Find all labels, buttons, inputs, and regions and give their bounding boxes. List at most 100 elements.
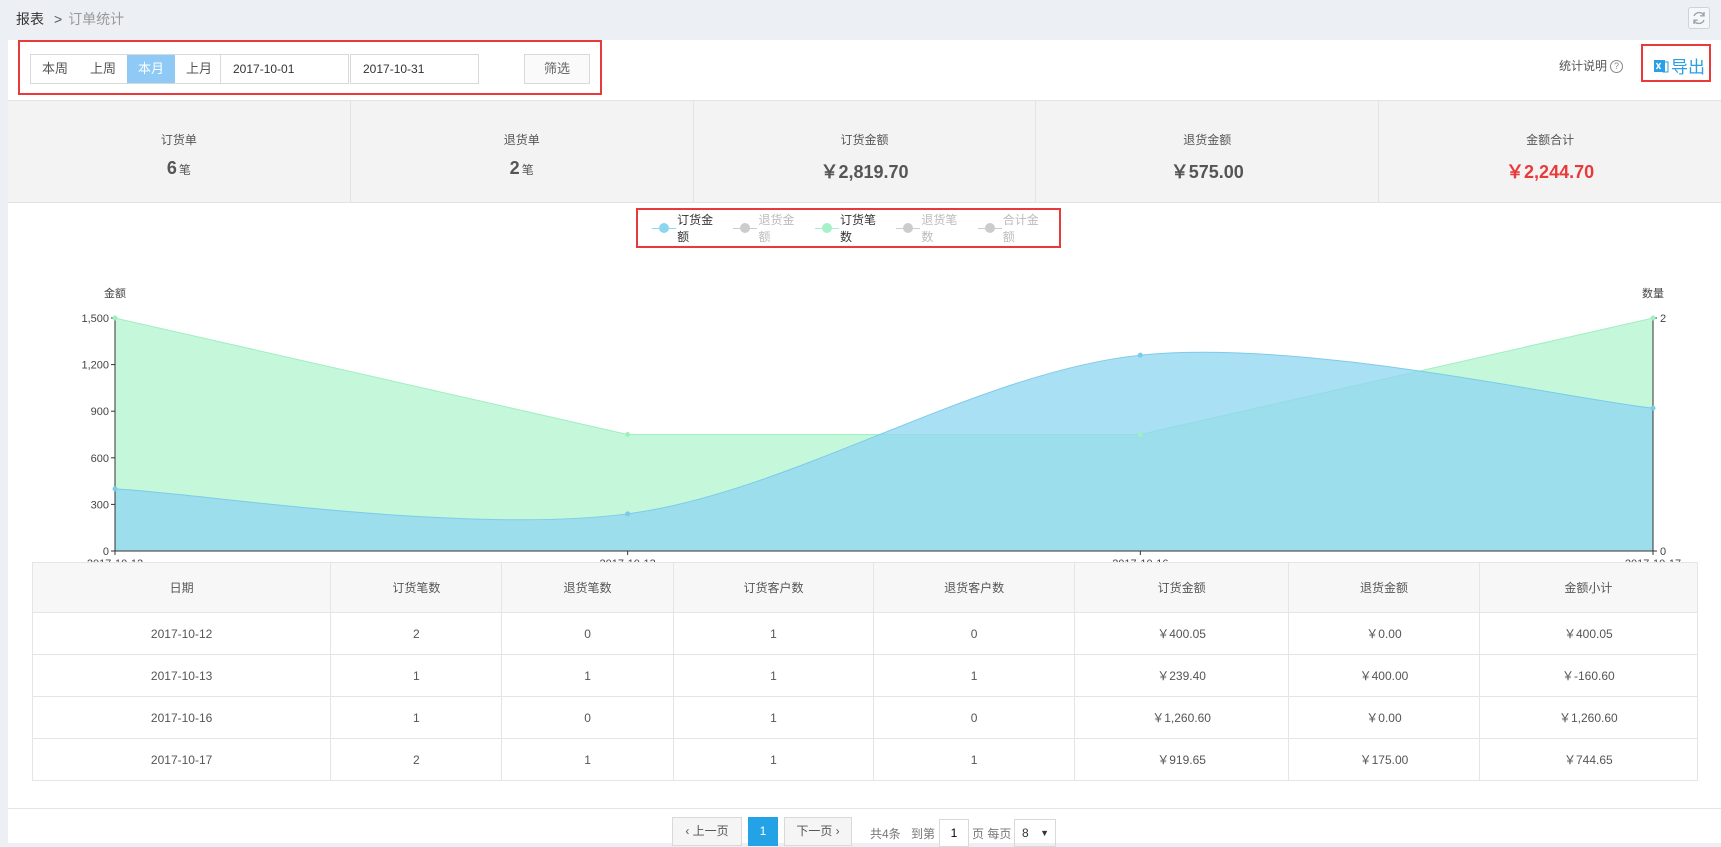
excel-export-icon [1654,59,1669,72]
table-cell: 2 [330,738,503,781]
summary-cell: 订货金额 ￥2,819.70 [694,101,1037,202]
area-chart: 03006009001,2001,500022017-10-122017-10-… [81,286,1681,570]
stat-note-link[interactable]: 统计说明? [1559,57,1624,74]
table-cell: ￥0.00 [1288,696,1480,739]
table-cell: 1 [672,612,875,655]
column-header: 日期 [31,562,332,613]
period-tab-0[interactable]: 本周 [31,55,79,83]
table-row: 2017-10-12 2 0 1 0 ￥400.05 ￥0.00 ￥400.05 [31,612,1699,655]
period-selector: 本周 上周 本月 上月 [30,54,224,84]
data-point [625,432,631,437]
table-cell: 1 [330,654,503,697]
y-tick-label: 600 [91,453,109,465]
stat-note-label: 统计说明 [1559,59,1608,73]
legend-label: 订货笔数 [839,213,876,244]
summary-label: 订货金额 [840,133,889,147]
breadcrumb-current: 订单统计 [68,11,125,27]
table-cell: ￥400.05 [1073,612,1290,655]
table-cell: 1 [672,696,875,739]
period-tab-2[interactable]: 本月 [127,55,175,83]
pagination: ‹ 上一页 1 下一页 › 共4条 到第 页 每页 8 ▼ [8,808,1721,847]
next-page-label: 下一页 [796,824,833,838]
table-cell: 1 [501,654,674,697]
table-cell: 2017-10-17 [31,738,332,781]
start-date-input[interactable] [220,54,349,84]
summary-strip: 订货单 6 笔退货单 2 笔订货金额 ￥2,819.70 退货金额 ￥575.00 金额合计 ￥2… [8,100,1721,203]
table-cell: 0 [873,612,1075,655]
table-cell: ￥1,260.60 [1073,696,1290,739]
y-tick-label: 300 [91,499,109,511]
current-page-button[interactable]: 1 [748,817,778,846]
summary-label: 订货单 [160,133,197,147]
summary-value: ￥2,819.70 [694,158,1036,184]
question-circle-icon: ? [1610,60,1624,73]
export-box: 导出 [1641,44,1711,82]
filter-button[interactable]: 筛选 [524,54,590,84]
table-cell: ￥239.40 [1073,654,1290,697]
table-cell: 0 [501,696,674,739]
table-cell: 2017-10-13 [31,654,332,697]
table-cell: 1 [873,738,1075,781]
summary-value: ￥575.00 [1036,158,1378,184]
summary-number: ￥575.00 [1170,162,1244,182]
breadcrumb: 报表 > 订单统计 [16,9,124,29]
refresh-button[interactable] [1688,7,1710,29]
data-point [1650,405,1656,411]
legend-item[interactable]: 订货笔数 [814,211,882,245]
export-button[interactable]: 导出 [1653,53,1705,78]
column-header: 订货笔数 [330,562,503,613]
table-cell: 0 [501,612,674,655]
legend-marker-icon [896,222,921,234]
data-point [1137,432,1143,437]
y-tick-label: 1,500 [81,313,109,325]
summary-label: 退货单 [503,133,540,147]
legend-marker-icon [977,222,1002,234]
table-cell: ￥744.65 [1478,738,1699,781]
prev-page-button[interactable]: ‹ 上一页 [672,817,742,846]
legend-item[interactable]: 合计金额 [977,211,1045,245]
period-tab-1[interactable]: 上周 [79,55,127,83]
summary-label: 金额合计 [1526,133,1575,147]
goto-label: 到第 [911,827,936,841]
summary-cell: 订货单 6 笔 [8,101,351,202]
y-tick-label: 900 [91,406,109,418]
export-label: 导出 [1671,58,1705,77]
table-cell: ￥175.00 [1288,738,1480,781]
table-cell: 1 [501,738,674,781]
data-point [112,486,118,492]
breadcrumb-root[interactable]: 报表 [16,11,44,27]
refresh-icon [1693,11,1705,25]
legend-item[interactable]: 退货金额 [733,211,800,245]
summary-value: ￥2,244.70 [1379,158,1721,184]
caret-down-icon: ▼ [1040,828,1049,838]
legend-item[interactable]: 退货笔数 [896,211,963,245]
legend-marker-icon [652,222,676,234]
table-cell: 1 [330,696,503,739]
summary-value: 6笔 [8,158,350,179]
next-page-button[interactable]: 下一页 › [784,817,852,846]
table-cell: 1 [873,654,1075,697]
per-page-value: 8 [1022,826,1029,840]
table-cell: ￥0.00 [1288,612,1480,655]
summary-number: 6 [166,158,177,178]
legend-label: 退货金额 [758,213,795,244]
data-point [1137,352,1143,358]
table-cell: 1 [672,738,875,781]
stats-table: 日期 订货笔数 退货笔数 订货客户数 退货客户数 订货金额 退货金额 金额小计 2017-10… [31,562,1699,781]
table-cell: 2 [330,612,503,655]
summary-number: ￥2,244.70 [1506,162,1595,182]
legend-label: 订货金额 [677,213,714,244]
chevron-right-icon: > [54,11,63,27]
y-axis-title-left: 金额 [104,286,126,300]
column-header: 退货笔数 [501,562,674,613]
per-page-label: 页 每页 [972,827,1012,841]
column-header: 订货客户数 [672,562,875,613]
period-tab-3[interactable]: 上月 [175,55,223,83]
legend-item[interactable]: 订货金额 [652,211,719,245]
table-cell: 0 [873,696,1075,739]
total-count: 共4条 [870,827,901,841]
summary-value: 2笔 [351,158,693,179]
table-cell: ￥919.65 [1073,738,1290,781]
summary-unit: 笔 [178,163,191,177]
end-date-input[interactable] [350,54,479,84]
